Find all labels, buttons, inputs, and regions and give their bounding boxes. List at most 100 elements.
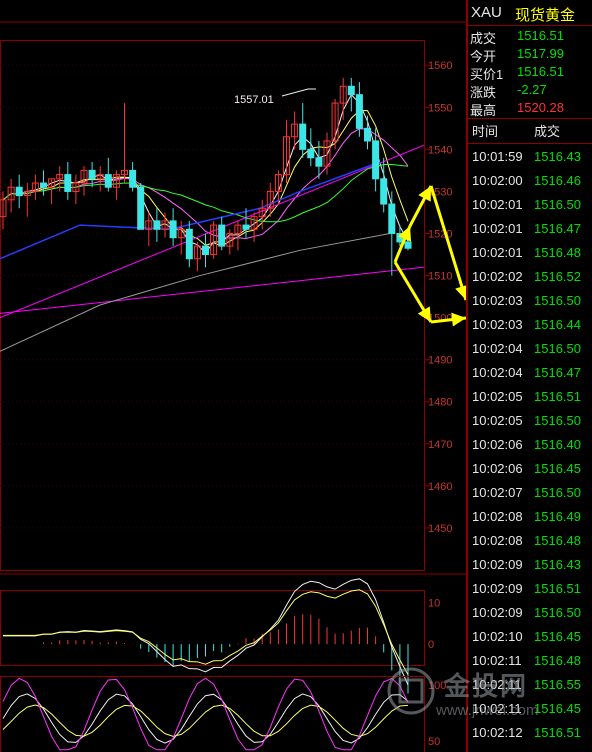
trade-time: 10:02:06 xyxy=(472,437,523,452)
trade-row: 10:02:02 1516.52 xyxy=(468,269,592,293)
trade-price: 1516.51 xyxy=(534,581,581,596)
candle xyxy=(388,203,396,234)
trade-row: 10:02:03 1516.44 xyxy=(468,317,592,341)
candle xyxy=(15,186,23,197)
ma-line-yellow xyxy=(2,110,409,247)
kdj-frame xyxy=(0,676,425,752)
candle xyxy=(355,94,363,129)
divider xyxy=(468,118,592,119)
trade-price: 1516.48 xyxy=(534,245,581,260)
moving-average-lines xyxy=(0,93,425,352)
macd-dea-line xyxy=(3,589,409,675)
trade-time: 10:02:03 xyxy=(472,293,523,308)
candle xyxy=(315,157,323,167)
watermark-brand: 金投网 xyxy=(444,671,529,701)
arrow-shaft xyxy=(429,185,466,301)
trade-time: 10:02:01 xyxy=(472,197,523,212)
watermark: 金投网 www.jnwei.com xyxy=(380,660,560,732)
quote-row: 今开 1517.99 xyxy=(468,46,592,65)
quote-label: 成交 xyxy=(470,31,497,46)
trade-price: 1516.50 xyxy=(534,485,581,500)
macd-tick-label: 0 xyxy=(428,639,434,651)
trade-row: 10:01:59 1516.43 xyxy=(468,149,592,173)
kdj-d-line xyxy=(2,704,409,737)
trade-time: 10:02:10 xyxy=(472,629,523,644)
ma-line-magenta xyxy=(2,128,409,240)
trade-price: 1516.50 xyxy=(534,293,581,308)
trade-price: 1516.50 xyxy=(534,605,581,620)
trade-price: 1516.43 xyxy=(534,557,581,572)
trade-time: 10:01:59 xyxy=(472,149,523,164)
trade-price: 1516.45 xyxy=(534,461,581,476)
tick-label: 1460 xyxy=(428,481,452,493)
trade-row: 10:02:08 1516.48 xyxy=(468,533,592,557)
divider xyxy=(468,25,592,26)
trade-time: 10:02:04 xyxy=(472,341,523,356)
quote-value: 1517.99 xyxy=(517,46,564,61)
trade-price: 1516.50 xyxy=(534,413,581,428)
high-label: 1557.01 xyxy=(234,94,274,106)
quote-value: -2.27 xyxy=(517,82,547,97)
trade-time: 10:02:02 xyxy=(472,269,523,284)
trade-time: 10:02:05 xyxy=(472,413,523,428)
trades-price-header: 成交 xyxy=(534,124,561,139)
trade-time: 10:02:00 xyxy=(472,173,523,188)
macd-frame xyxy=(0,590,425,666)
candle xyxy=(202,245,209,256)
trade-time: 10:02:08 xyxy=(472,533,523,548)
trade-row: 10:02:05 1516.51 xyxy=(468,389,592,413)
trade-time: 10:02:05 xyxy=(472,389,523,404)
panel-separator xyxy=(466,0,468,752)
candle xyxy=(218,224,226,247)
quote-label: 今开 xyxy=(470,49,497,64)
trade-time: 10:02:03 xyxy=(472,317,523,332)
candle xyxy=(347,85,355,96)
trade-time: 10:02:06 xyxy=(472,461,523,476)
tick-label: 1450 xyxy=(428,523,452,535)
candlestick-series xyxy=(0,77,412,276)
candle xyxy=(104,174,112,188)
trade-price: 1516.45 xyxy=(534,629,581,644)
trade-time: 10:02:04 xyxy=(472,365,523,380)
high-leader xyxy=(281,88,316,97)
trade-price: 1516.52 xyxy=(534,269,581,284)
candle xyxy=(40,182,47,188)
tick-label: 1550 xyxy=(428,102,452,114)
kdj-j-line xyxy=(2,677,409,751)
tick-label: 1520 xyxy=(428,228,452,240)
chart-area: 1560155015401530152015101500149014801470… xyxy=(0,21,466,752)
trade-price: 1516.50 xyxy=(534,341,581,356)
candle xyxy=(242,224,250,230)
candle xyxy=(299,123,307,150)
trade-time: 10:02:01 xyxy=(472,245,523,260)
trade-row: 10:02:08 1516.49 xyxy=(468,509,592,533)
macd-tick-label: 10 xyxy=(428,598,440,610)
trade-time: 10:02:09 xyxy=(472,605,523,620)
candle xyxy=(404,241,412,249)
trade-row: 10:02:06 1516.45 xyxy=(468,461,592,485)
trade-row: 10:02:04 1516.47 xyxy=(468,365,592,389)
candle xyxy=(185,228,193,260)
trade-row: 10:02:09 1516.51 xyxy=(468,581,592,605)
tick-label: 1540 xyxy=(428,144,452,156)
candle xyxy=(372,140,380,180)
candle xyxy=(129,169,137,188)
trade-row: 10:02:10 1516.45 xyxy=(468,629,592,653)
trade-price: 1516.43 xyxy=(534,149,581,164)
quote-row: 成交 1516.51 xyxy=(468,28,592,47)
tick-label: 1510 xyxy=(428,271,452,283)
watermark-logo-icon xyxy=(387,667,435,715)
quote-row: 买价1 1516.51 xyxy=(468,64,592,83)
quote-row: 最高 1520.28 xyxy=(468,100,592,119)
trend-line xyxy=(0,266,425,314)
trade-time: 10:02:08 xyxy=(472,509,523,524)
trade-price: 1516.47 xyxy=(534,365,581,380)
symbol-code: XAU xyxy=(471,4,502,21)
trade-row: 10:02:06 1516.40 xyxy=(468,437,592,461)
quote-label: 涨跌 xyxy=(470,85,497,100)
trades-time-header: 时间 xyxy=(472,124,499,139)
trade-row: 10:02:09 1516.50 xyxy=(468,605,592,629)
trade-time: 10:02:07 xyxy=(472,485,523,500)
candle xyxy=(88,169,96,180)
trade-row: 10:02:07 1516.50 xyxy=(468,485,592,509)
